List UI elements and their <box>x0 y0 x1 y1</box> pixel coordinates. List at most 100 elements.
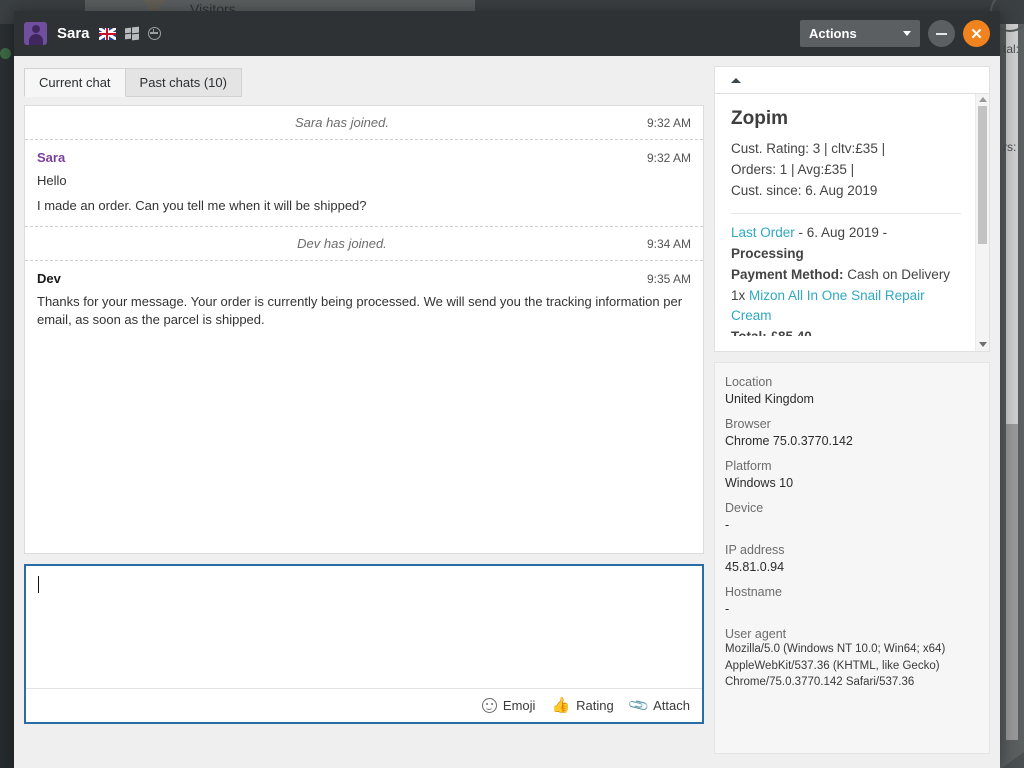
last-order-link[interactable]: Last Order <box>731 225 795 240</box>
chevron-down-icon <box>903 31 911 36</box>
zopim-title: Zopim <box>731 108 788 129</box>
actions-dropdown-button[interactable]: Actions <box>800 20 920 47</box>
zopim-app-card: Zopim Cust. Rating: 3 | cltv:£35 | Order… <box>714 94 990 352</box>
tab-current-chat[interactable]: Current chat <box>24 68 126 97</box>
uk-flag-icon <box>98 27 116 40</box>
message-line: I made an order. Can you tell me when it… <box>37 197 367 213</box>
divider <box>731 212 961 214</box>
background-scrollbar-thumb[interactable] <box>1006 424 1018 754</box>
emoji-label: Emoji <box>502 698 536 713</box>
field-value: Windows 10 <box>725 476 794 490</box>
user-agent-line: AppleWebKit/537.36 (KHTML, like Gecko) <box>725 659 940 672</box>
zopim-line-item: 1x Mizon All In One Snail Repair Cream <box>731 286 961 328</box>
smiley-icon <box>481 698 497 713</box>
chat-column: Current chat Past chats (10) Sara has jo… <box>14 56 714 768</box>
background-status-dot <box>0 48 11 59</box>
attach-button[interactable]: 📎 Attach <box>626 694 690 717</box>
field-value: United Kingdom <box>725 392 814 406</box>
background-ghost-text-orders: rs: <box>1003 140 1017 154</box>
scrollbar-thumb[interactable] <box>978 106 987 244</box>
background-scrollbar-track[interactable] <box>1006 24 1018 424</box>
message-time: 9:32 AM <box>646 151 691 165</box>
info-column: Zopim Cust. Rating: 3 | cltv:£35 | Order… <box>714 56 1000 768</box>
last-order-status: Processing <box>731 245 804 261</box>
composer-toolbar: Emoji 👍 Rating 📎 Attach <box>26 688 702 722</box>
field-label: Location <box>725 375 773 389</box>
field-label: Browser <box>725 417 771 431</box>
text-caret <box>38 576 39 594</box>
payment-method-label: Payment Method: <box>731 266 844 282</box>
system-event-row: Sara has joined. 9:32 AM <box>25 106 703 140</box>
field-device: Device - <box>725 501 975 532</box>
paperclip-icon: 📎 <box>626 693 650 717</box>
background-ghost-text-total: tal: <box>1003 42 1020 56</box>
chevron-up-icon <box>731 77 741 83</box>
message-header: Dev 9:35 AM <box>37 271 691 286</box>
rating-label: Rating <box>576 698 614 713</box>
field-label: Hostname <box>725 585 782 599</box>
visitor-name: Sara <box>57 25 90 42</box>
zopim-collapse-toggle[interactable] <box>714 66 990 94</box>
message-time: 9:35 AM <box>646 272 691 287</box>
titlebar-controls: Actions ✕ <box>800 20 990 47</box>
field-value: 45.81.0.94 <box>725 560 785 574</box>
field-label: Device <box>725 501 764 515</box>
browser-icon <box>147 27 161 40</box>
background-resize-handle[interactable] <box>1002 752 1024 768</box>
minimize-button[interactable] <box>928 20 955 47</box>
zopim-stat-line: Cust. Rating: 3 | cltv:£35 | <box>731 141 886 156</box>
zopim-last-order: Last Order - 6. Aug 2019 - Processing <box>731 223 961 265</box>
field-browser: Browser Chrome 75.0.3770.142 <box>725 417 975 448</box>
user-agent-line: Chrome/75.0.3770.142 Safari/537.36 <box>725 676 915 689</box>
system-event-time: 9:32 AM <box>646 115 691 130</box>
system-event-text: Dev has joined. <box>297 236 387 252</box>
message-line: Thanks for your message. Your order is c… <box>37 294 683 327</box>
zopim-stat-line: Orders: 1 | Avg:£35 | <box>731 161 855 177</box>
field-location: Location United Kingdom <box>725 375 975 406</box>
zopim-total-text: Total: £85.40 <box>731 329 812 336</box>
field-label: IP address <box>725 543 785 557</box>
zopim-payment-method: Payment Method: Cash on Delivery <box>731 265 961 286</box>
zopim-scrollbar[interactable] <box>975 94 989 351</box>
field-label: Platform <box>725 459 772 473</box>
field-hostname: Hostname - <box>725 585 975 616</box>
close-button[interactable]: ✕ <box>963 20 990 47</box>
minus-icon <box>936 32 947 35</box>
zopim-content: Zopim Cust. Rating: 3 | cltv:£35 | Order… <box>715 94 975 351</box>
field-label: User agent <box>725 627 787 641</box>
visitor-details-card: Location United Kingdom Browser Chrome 7… <box>714 362 990 754</box>
windows-icon <box>124 26 139 41</box>
field-value: Chrome 75.0.3770.142 <box>725 434 853 448</box>
field-value: - <box>725 518 730 532</box>
message-header: Sara 9:32 AM <box>37 150 691 165</box>
scroll-down-icon[interactable] <box>978 342 987 347</box>
chat-message: Sara 9:32 AM Hello I made an order. Can … <box>25 140 703 228</box>
message-composer: Emoji 👍 Rating 📎 Attach <box>24 564 704 724</box>
chat-transcript[interactable]: Sara has joined. 9:32 AM Sara 9:32 AM He… <box>24 105 704 554</box>
line-item-link[interactable]: Mizon All In One Snail Repair Cream <box>731 288 925 324</box>
system-event-row: Dev has joined. 9:34 AM <box>25 227 703 262</box>
background-left-strip <box>0 400 14 768</box>
chat-modal: Sara Actions ✕ Current chat Past chats (… <box>14 11 1000 768</box>
close-icon: ✕ <box>970 25 983 43</box>
line-item-qty: 1x <box>731 287 750 303</box>
scroll-up-icon[interactable] <box>978 97 987 102</box>
message-author: Sara <box>37 150 66 165</box>
message-input[interactable] <box>26 566 702 688</box>
avatar <box>24 22 47 45</box>
message-line: Hello <box>37 173 67 188</box>
user-agent-line: Mozilla/5.0 (Windows NT 10.0; Win64; x64… <box>725 643 946 655</box>
chat-message: Dev 9:35 AM Thanks for your message. You… <box>25 261 703 340</box>
message-author: Dev <box>37 271 61 287</box>
last-order-date: - 6. Aug 2019 - <box>794 224 888 240</box>
modal-body: Current chat Past chats (10) Sara has jo… <box>14 56 1000 768</box>
tab-past-chats[interactable]: Past chats (10) <box>125 68 242 97</box>
payment-method-value: Cash on Delivery <box>843 266 951 282</box>
thumbs-up-icon: 👍 <box>551 697 571 714</box>
rating-button[interactable]: 👍 Rating <box>551 698 613 713</box>
attach-label: Attach <box>653 698 690 713</box>
system-event-time: 9:34 AM <box>646 236 691 251</box>
field-platform: Platform Windows 10 <box>725 459 975 490</box>
field-ip-address: IP address 45.81.0.94 <box>725 543 975 574</box>
emoji-button[interactable]: Emoji <box>481 698 536 713</box>
